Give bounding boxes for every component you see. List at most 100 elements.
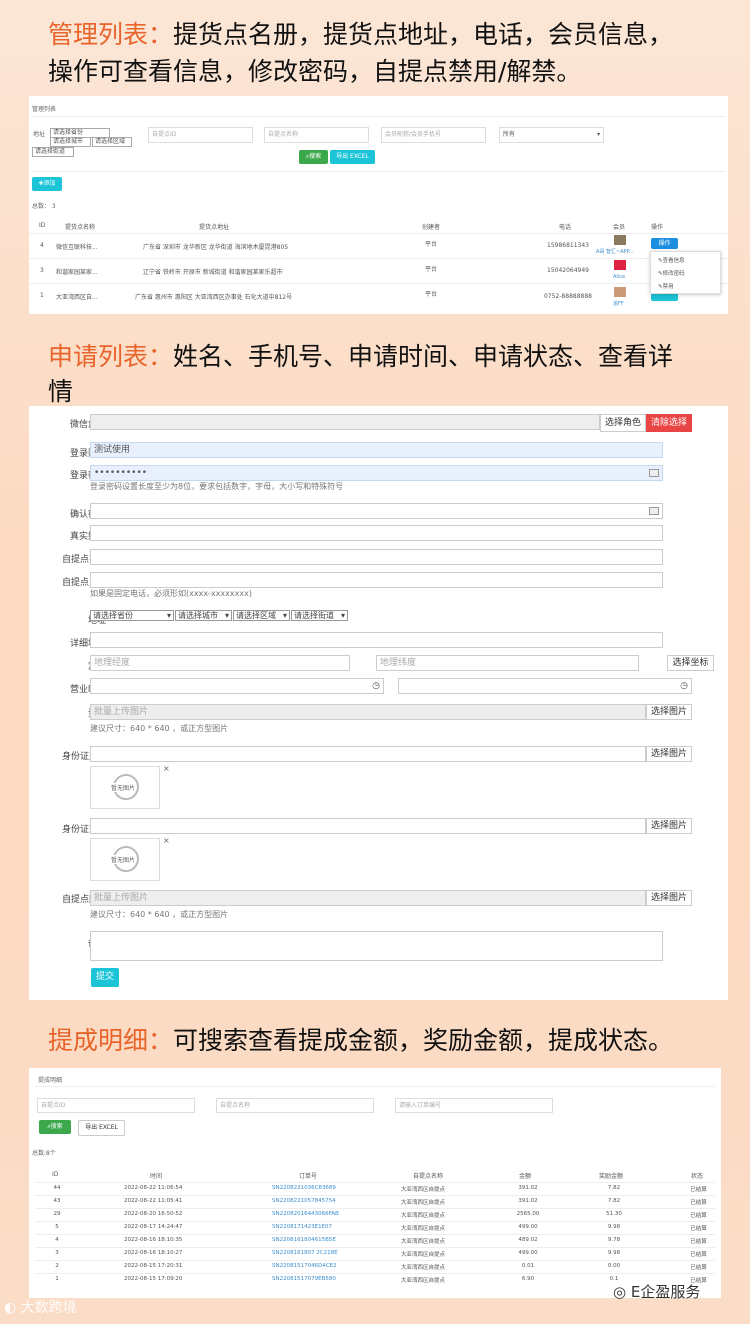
pickup-name-input[interactable]: 自提点名称	[264, 127, 369, 143]
section3-heading-text: 可搜索查看提成金额，奖励金额，提成状态。	[173, 1026, 674, 1055]
cell-creator: 平台	[425, 291, 438, 298]
remark-textarea[interactable]	[90, 931, 663, 961]
longitude-input[interactable]: 地理经度	[90, 655, 350, 671]
close-time-input[interactable]: ◷	[398, 678, 692, 694]
province-select[interactable]: 请选择省份 ▾	[90, 610, 174, 621]
choose-image-button[interactable]: 选择图片	[646, 746, 692, 762]
member-input[interactable]: 会员昵称/会员手机号	[381, 127, 486, 143]
cell-amount: 499.00	[518, 1250, 538, 1256]
menu-item-change-password[interactable]: ✎修改密码	[658, 269, 685, 277]
manage-list-panel: 管理列表 地址 请选择省份 请选择城市 请选择区域 请选择街道 自提点ID 自提…	[29, 96, 728, 314]
col-header-reward: 奖励金额	[599, 1173, 624, 1180]
cell-member[interactable]: 追FF	[613, 300, 624, 307]
confirm-password-input[interactable]	[90, 503, 663, 519]
area-select[interactable]: 请选择区域 ▾	[233, 610, 290, 621]
avatar	[614, 235, 626, 245]
menu-item-disable[interactable]: ✎禁用	[658, 282, 674, 290]
cell-name: 大亚湾西区自提点	[401, 1226, 446, 1232]
pickup-name-input[interactable]: 自提点名称	[216, 1098, 374, 1113]
col-header-time: 时间	[150, 1173, 163, 1180]
cell-order[interactable]: SN2208161807 2C218E	[272, 1250, 352, 1256]
table-row: 44 2022-08-22 11:06:54 SN2208221036C83689 大…	[35, 1182, 715, 1195]
cell-order[interactable]: SN2208161804615B5E	[272, 1237, 352, 1243]
table-row: 4 2022-08-16 18:10:35 SN2208161804615B5E 大亚…	[35, 1234, 715, 1247]
cell-name: 大亚湾西区自提点	[401, 1239, 446, 1245]
cell-name: 大亚湾西区自提点	[401, 1187, 446, 1193]
table-row: 3 和谐家园某家... 辽宁省 铁岭市 开原市 新城街道 和谐家园某家乐超市 平…	[29, 258, 728, 283]
cell-member[interactable]: A哥 智汇~APP...	[596, 248, 644, 255]
close-icon[interactable]: ×	[163, 836, 170, 845]
cell-status: 已结算	[690, 1187, 707, 1193]
cell-order[interactable]: SN2208221036C83689	[272, 1185, 352, 1191]
latitude-input[interactable]: 地理纬度	[376, 655, 639, 671]
cell-order[interactable]: SN22082016443066FAB	[272, 1211, 352, 1217]
city-select[interactable]: 请选择城市 ▾	[175, 610, 232, 621]
pickname-input[interactable]	[90, 549, 663, 565]
menu-item-view-info[interactable]: ✎查看信息	[658, 256, 685, 264]
detail-address-input[interactable]	[90, 632, 663, 648]
size-hint: 建议尺寸：640 * 640 ，或正方型图片	[90, 910, 229, 919]
search-button[interactable]: ⌕搜索	[39, 1120, 71, 1134]
realname-input[interactable]	[90, 525, 663, 541]
password-input[interactable]: ••••••••••	[90, 465, 663, 481]
export-excel-button[interactable]: 导出 EXCEL	[78, 1120, 125, 1136]
pickup-id-input[interactable]: 自提点ID	[37, 1098, 195, 1113]
id-front-preview: 暂无图片	[90, 766, 160, 809]
phone-input[interactable]	[90, 572, 663, 588]
action-dropdown-menu: ✎查看信息 ✎修改密码 ✎禁用	[650, 251, 721, 294]
submit-button[interactable]: 提交	[91, 968, 119, 987]
chevron-down-icon: ▾	[224, 611, 229, 620]
choose-role-button[interactable]: 选择角色	[600, 414, 646, 432]
cell-status: 已结算	[690, 1265, 707, 1271]
cell-reward: 51.30	[606, 1211, 622, 1217]
password-hint: 登录密码设置长度至少为8位，要求包括数字，字母，大小写和特殊符号	[90, 482, 344, 491]
area-select[interactable]: 请选择区域	[92, 137, 132, 147]
order-number-input[interactable]: 请输入订单编号	[395, 1098, 553, 1113]
cell-creator: 平台	[425, 266, 438, 273]
open-time-input[interactable]: ◷	[90, 678, 384, 694]
chevron-down-icon: ▾	[282, 611, 287, 620]
search-button-label: 搜索	[50, 1123, 63, 1130]
clock-icon: ◷	[680, 681, 688, 691]
phone-hint: 如果是固定电话，必须形如(xxxx-xxxxxxxx)	[90, 589, 252, 598]
account-input[interactable]: 测试使用	[90, 442, 663, 458]
add-button[interactable]: ✚添加	[32, 177, 62, 191]
right-watermark: ◎ E企盈服务	[613, 1279, 733, 1305]
table-header-row: ID 提货点名称 提货点地址 创建者 电话 会员 操作	[29, 218, 728, 233]
cell-name: 和谐家园某家...	[56, 269, 98, 276]
cell-order[interactable]: SN2208171423E1E07	[272, 1224, 352, 1230]
col-header-member: 会员	[613, 224, 626, 231]
cell-name: 大亚湾西区自...	[56, 294, 98, 301]
table-row: 4 微信互联科技... 广东省 深圳市 龙华新区 龙华街道 海滨地木厦昆港805…	[29, 233, 728, 258]
cell-member[interactable]: Alice	[613, 274, 625, 280]
cell-phone: 15986811343	[547, 242, 589, 249]
cell-order[interactable]: SN2208221057845754	[272, 1198, 352, 1204]
cell-reward: 9.98	[607, 1250, 621, 1256]
chevron-down-icon: ▾	[166, 611, 171, 620]
cell-order[interactable]: SN22081517079EB580	[272, 1276, 352, 1282]
street-select[interactable]: 请选择街道	[32, 147, 74, 157]
status-select-value: 所有	[503, 131, 516, 138]
cell-order[interactable]: SN22081517046D4CE2	[272, 1263, 352, 1269]
choose-coordinate-button[interactable]: 选择坐标	[667, 655, 714, 671]
col-header-id: ID	[39, 222, 46, 229]
status-select[interactable]: 所有 ▾	[499, 127, 604, 143]
choose-image-button[interactable]: 选择图片	[646, 890, 692, 906]
panel-title: 管理列表	[32, 106, 57, 113]
cell-reward: 7.82	[607, 1198, 621, 1204]
choose-image-button[interactable]: 选择图片	[646, 704, 692, 720]
action-button-partial[interactable]	[651, 293, 678, 301]
choose-image-button[interactable]: 选择图片	[646, 818, 692, 834]
action-button[interactable]: 操作	[651, 238, 678, 249]
section1-heading-text: 提货点名册，提货点地址，电话，会员信息，	[173, 20, 674, 49]
export-excel-button[interactable]: 导出 EXCEL	[330, 150, 375, 164]
search-button[interactable]: ⌕搜索	[299, 150, 328, 164]
province-select-value: 请选择省份	[93, 611, 133, 620]
cell-phone: 0752-88888888	[544, 293, 592, 300]
pickup-id-input[interactable]: 自提点ID	[148, 127, 253, 143]
city-select[interactable]: 请选择城市	[50, 137, 91, 147]
close-icon[interactable]: ×	[163, 764, 170, 773]
street-select[interactable]: 请选择街道 ▾	[291, 610, 348, 621]
col-header-id: ID	[52, 1171, 59, 1178]
clear-choice-button[interactable]: 清除选择	[646, 414, 692, 432]
